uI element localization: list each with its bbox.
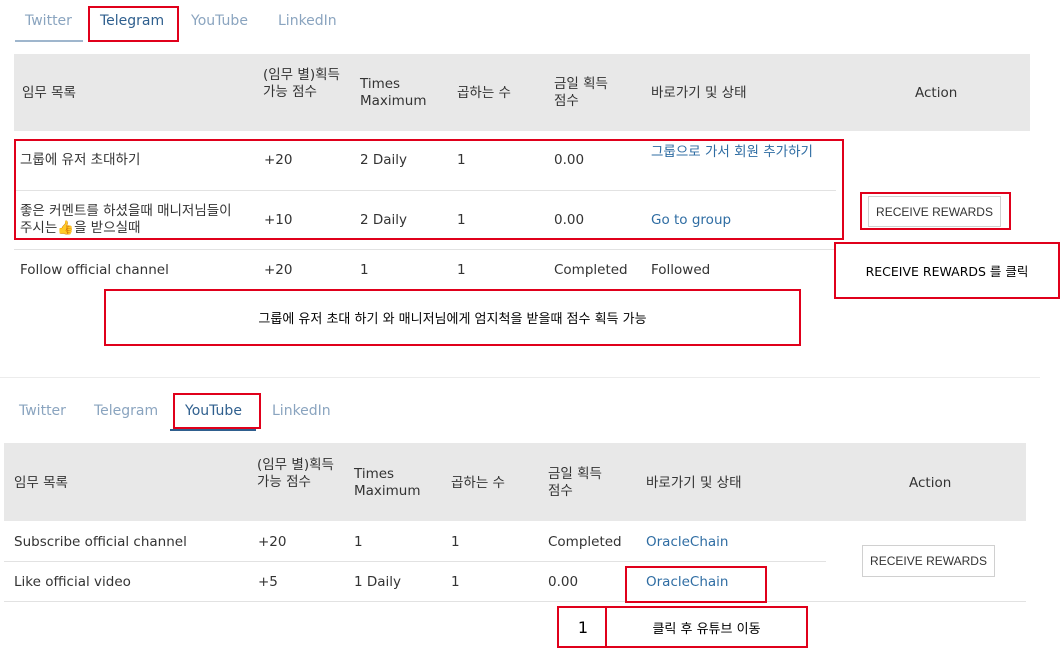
- tab-telegram[interactable]: Telegram: [94, 403, 158, 419]
- row-task: Follow official channel: [20, 262, 169, 278]
- annotation-click-to-youtube: 클릭 후 유튜브 이동: [605, 606, 808, 648]
- row-today-points: Completed: [548, 534, 622, 550]
- row-times-max: 1 Daily: [354, 574, 402, 590]
- header-action: Action: [915, 85, 958, 101]
- oraclechain-link[interactable]: OracleChain: [646, 534, 729, 551]
- row-task: Like official video: [14, 574, 131, 590]
- tab-underline-twitter: [15, 40, 83, 42]
- highlight-receive-rewards: [860, 192, 1011, 230]
- row-points: +5: [258, 574, 278, 590]
- header-multiplier: 곱하는 수: [451, 475, 505, 491]
- receive-rewards-button[interactable]: RECEIVE REWARDS: [862, 545, 995, 577]
- table-header: [4, 443, 1026, 521]
- highlight-scoring-rows: [14, 139, 844, 240]
- row-task: Subscribe official channel: [14, 534, 187, 550]
- annotation-click-receive-rewards: RECEIVE REWARDS 를 클릭: [834, 242, 1060, 299]
- header-action: Action: [909, 475, 952, 491]
- row-today-points: Completed: [554, 262, 628, 278]
- header-today-points: 금일 획득 점수: [548, 466, 602, 499]
- header-points: (임무 별)획득 가능 점수: [263, 67, 340, 100]
- header-shortcut-status: 바로가기 및 상태: [651, 85, 747, 101]
- section-divider: [0, 377, 1040, 378]
- tab-linkedin[interactable]: LinkedIn: [278, 13, 337, 29]
- highlight-oraclechain-link: [625, 566, 767, 603]
- row-points: +20: [258, 534, 287, 550]
- row-divider: [4, 601, 1026, 602]
- row-multiplier: 1: [451, 534, 460, 550]
- annotation-points-info: 그룹에 유저 초대 하기 와 매니저님에게 엄지척을 받을때 점수 획득 가능: [104, 289, 801, 346]
- row-multiplier: 1: [451, 574, 460, 590]
- row-status: Followed: [651, 262, 711, 278]
- header-points: (임무 별)획득 가능 점수: [257, 457, 334, 490]
- header-task: 임무 목록: [22, 85, 76, 101]
- tab-underline-active: [170, 429, 256, 431]
- header-shortcut-status: 바로가기 및 상태: [646, 475, 742, 491]
- tab-youtube[interactable]: YouTube: [191, 13, 248, 29]
- annotation-step-number: 1: [557, 606, 609, 648]
- header-today-points: 금일 획득 점수: [554, 76, 608, 109]
- header-times-max: Times Maximum: [360, 76, 427, 109]
- header-times-max: Times Maximum: [354, 466, 421, 499]
- tab-twitter[interactable]: Twitter: [19, 403, 66, 419]
- table-header: [14, 54, 1030, 131]
- row-today-points: 0.00: [548, 574, 579, 590]
- header-multiplier: 곱하는 수: [457, 85, 511, 101]
- row-points: +20: [264, 262, 293, 278]
- row-times-max: 1: [360, 262, 369, 278]
- tab-twitter[interactable]: Twitter: [25, 13, 72, 29]
- row-multiplier: 1: [457, 262, 466, 278]
- row-times-max: 1: [354, 534, 363, 550]
- row-divider: [4, 561, 826, 562]
- header-task: 임무 목록: [14, 475, 68, 491]
- highlight-youtube-tab: [173, 393, 261, 429]
- tab-linkedin[interactable]: LinkedIn: [272, 403, 331, 419]
- highlight-telegram-tab: [88, 6, 179, 42]
